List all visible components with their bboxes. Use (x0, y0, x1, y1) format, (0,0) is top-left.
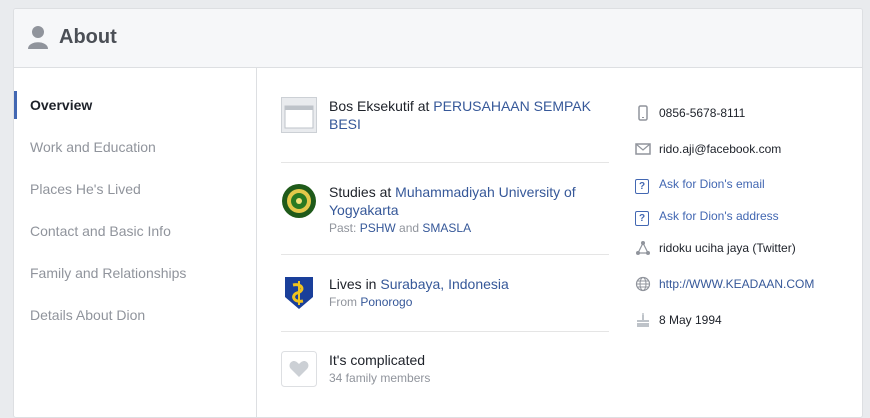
mail-icon (635, 143, 651, 155)
sidebar-item-contact-info[interactable]: Contact and Basic Info (14, 217, 256, 245)
place-from: From Ponorogo (329, 294, 609, 310)
ask-email-link[interactable]: Ask for Dion's email (659, 177, 765, 191)
city-logo-icon[interactable] (281, 275, 317, 311)
ask-address-row: ? Ask for Dion's address (635, 207, 862, 226)
website-wrap: http://WWW.KEADAAN.COM (659, 275, 814, 293)
family-members-count: 34 family members (329, 371, 431, 385)
ask-email-row: ? Ask for Dion's email (635, 175, 862, 194)
education-entry: Studies at Muhammadiyah University of Yo… (281, 183, 609, 239)
twitter-text: ridoku uciha jaya (Twitter) (659, 239, 796, 257)
twitter-handle-link[interactable]: ridoku uciha jaya (659, 241, 749, 255)
website-link[interactable]: http://WWW.KEADAAN.COM (659, 277, 814, 291)
twitter-row: ridoku uciha jaya (Twitter) (635, 239, 862, 257)
email-row: rido.aji@facebook.com (635, 140, 862, 158)
person-icon (28, 26, 48, 49)
divider (281, 254, 609, 255)
birthday-date: 8 May 1994 (659, 313, 722, 327)
briefcase-icon (281, 97, 317, 133)
phone-row: 0856-5678-8111 (635, 104, 862, 122)
from-prefix: From (329, 295, 361, 309)
twitter-suffix: (Twitter) (749, 241, 796, 255)
work-entry: Bos Eksekutif at PERUSAHAAN SEMPAK BESI (281, 97, 609, 137)
ask-email-wrap: Ask for Dion's email (659, 175, 765, 193)
about-header: About (14, 9, 862, 68)
education-prefix: Studies at (329, 184, 396, 200)
contact-info-column: 0856-5678-8111 rido.aji@facebook.com ? A… (635, 67, 862, 407)
phone-number: 0856-5678-8111 (659, 106, 746, 120)
website-row: http://WWW.KEADAAN.COM (635, 275, 862, 293)
email-address[interactable]: rido.aji@facebook.com (659, 140, 781, 158)
school-logo-icon[interactable] (281, 183, 317, 219)
sidebar-item-family-relationships[interactable]: Family and Relationships (14, 259, 256, 287)
ask-address-link[interactable]: Ask for Dion's address (659, 209, 779, 223)
relationship-text: It's complicated 34 family members (329, 351, 609, 386)
relationship-status: It's complicated (329, 352, 426, 368)
sidebar-item-details[interactable]: Details About Dion (14, 301, 256, 329)
about-card: About Overview Work and Education Places… (13, 8, 863, 418)
cake-icon (637, 313, 649, 327)
ask-address-wrap: Ask for Dion's address (659, 207, 779, 225)
divider (281, 331, 609, 332)
phone-icon (638, 105, 648, 121)
place-text: Lives in Surabaya, Indonesia From Ponoro… (329, 275, 609, 310)
share-icon (636, 241, 650, 255)
sidebar-item-work-education[interactable]: Work and Education (14, 133, 256, 161)
heart-icon (281, 351, 317, 387)
question-icon: ? (635, 176, 651, 194)
education-text: Studies at Muhammadiyah University of Yo… (329, 183, 609, 236)
education-past: Past: PSHW and SMASLA (329, 220, 609, 236)
overview-content: Bos Eksekutif at PERUSAHAAN SEMPAK BESI … (257, 67, 862, 417)
place-prefix: Lives in (329, 276, 381, 292)
past-school-2-link[interactable]: SMASLA (422, 221, 471, 235)
city-link[interactable]: Surabaya, Indonesia (380, 276, 508, 292)
past-school-1-link[interactable]: PSHW (360, 221, 396, 235)
birthday-row: 8 May 1994 (635, 311, 862, 329)
question-icon: ? (635, 208, 651, 226)
past-prefix: Past: (329, 221, 360, 235)
work-prefix: Bos Eksekutif at (329, 98, 434, 114)
page-title: About (59, 26, 117, 48)
relationship-entry: It's complicated 34 family members (281, 351, 609, 391)
place-entry: Lives in Surabaya, Indonesia From Ponoro… (281, 275, 609, 315)
divider (281, 162, 609, 163)
hometown-link[interactable]: Ponorogo (360, 295, 412, 309)
about-sidebar: Overview Work and Education Places He's … (14, 67, 257, 417)
globe-icon (635, 276, 651, 292)
work-text: Bos Eksekutif at PERUSAHAAN SEMPAK BESI (329, 97, 609, 133)
sidebar-item-overview[interactable]: Overview (14, 91, 256, 119)
sidebar-item-places-lived[interactable]: Places He's Lived (14, 175, 256, 203)
past-and: and (395, 221, 423, 235)
